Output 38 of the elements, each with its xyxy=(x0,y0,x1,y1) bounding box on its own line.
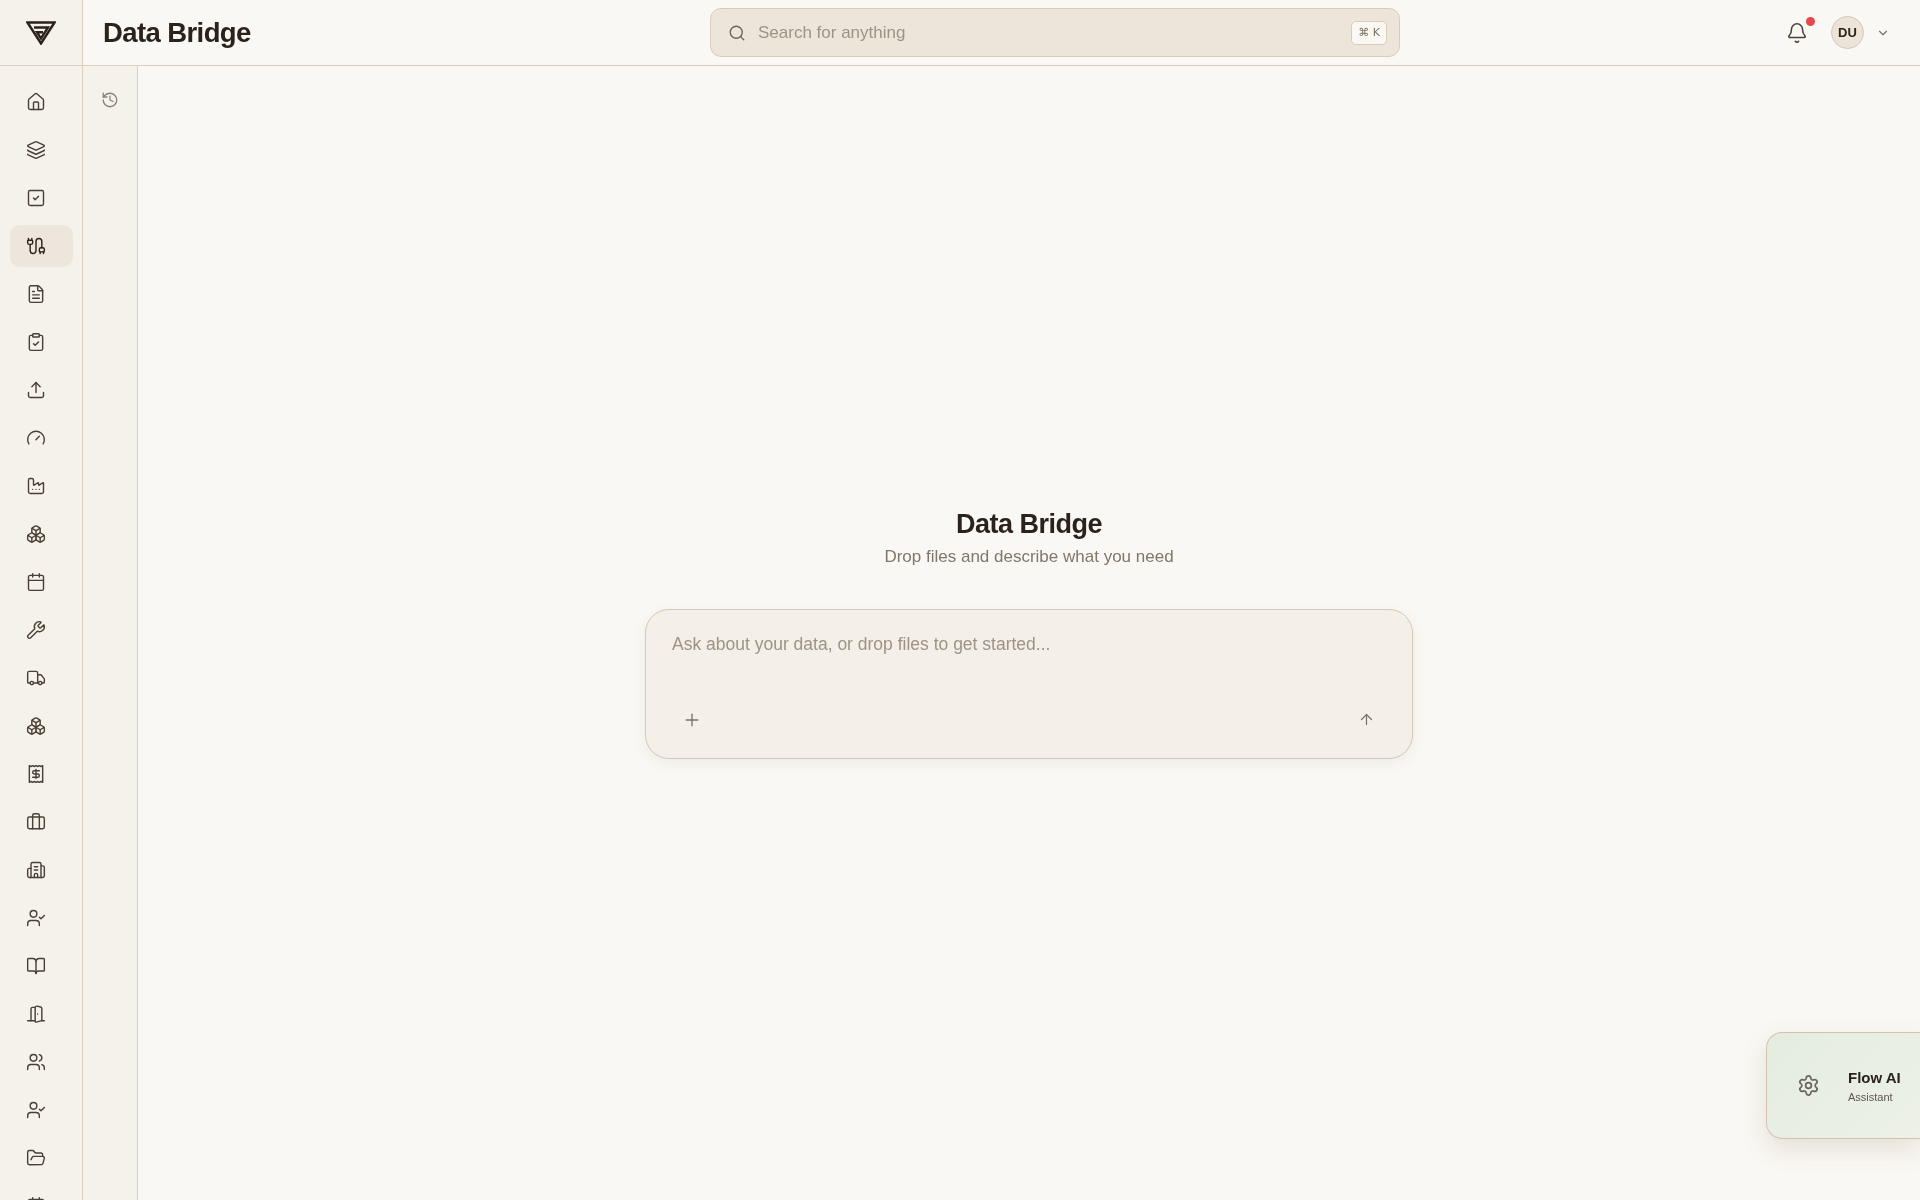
truck-icon xyxy=(26,668,46,688)
message-input[interactable]: Ask about your data, or drop files to get started... xyxy=(672,633,1386,678)
calendar-icon xyxy=(26,572,46,592)
clipboard-check-icon xyxy=(26,332,46,352)
search-field[interactable]: Search for anything ⌘ K xyxy=(710,8,1400,57)
house-icon xyxy=(26,92,46,112)
hero-subtitle: Drop files and describe what you need xyxy=(884,546,1174,567)
shortcut-key: ⌘ K xyxy=(1351,20,1387,45)
factory-icon xyxy=(26,476,46,496)
bell-icon xyxy=(1786,21,1808,44)
user-avatar[interactable]: DU xyxy=(1831,16,1864,49)
wrench-icon xyxy=(26,620,46,640)
door-icon xyxy=(26,1004,46,1024)
book-icon xyxy=(26,956,46,976)
search-icon xyxy=(728,23,746,42)
assistant-button[interactable]: Flow AI Assistant xyxy=(1766,1032,1920,1139)
gear-icon xyxy=(1797,1074,1820,1097)
user-check-icon xyxy=(26,908,46,928)
hero-title: Data Bridge xyxy=(955,507,1102,540)
folder-icon xyxy=(26,1148,46,1168)
users-icon xyxy=(26,1052,46,1072)
cable-plug-icon xyxy=(26,236,46,256)
building-icon xyxy=(26,860,46,880)
receipt-icon xyxy=(26,764,46,784)
app-logo xyxy=(26,20,56,45)
briefcase-icon xyxy=(26,812,46,832)
page-title: Data Bridge xyxy=(103,16,251,49)
user-check-icon xyxy=(26,1100,46,1120)
layers-icon xyxy=(26,140,46,160)
boxes-icon xyxy=(26,524,46,544)
search-input[interactable]: Search for anything xyxy=(758,22,1340,43)
checkbox-icon xyxy=(26,188,46,208)
history-icon[interactable] xyxy=(101,91,119,109)
composer-field[interactable]: Ask about your data, or drop files to get started... xyxy=(645,608,1413,759)
upload-icon xyxy=(26,380,46,400)
document-icon xyxy=(26,284,46,304)
boxes-icon xyxy=(26,716,46,736)
sidebar-item[interactable] xyxy=(10,225,73,267)
